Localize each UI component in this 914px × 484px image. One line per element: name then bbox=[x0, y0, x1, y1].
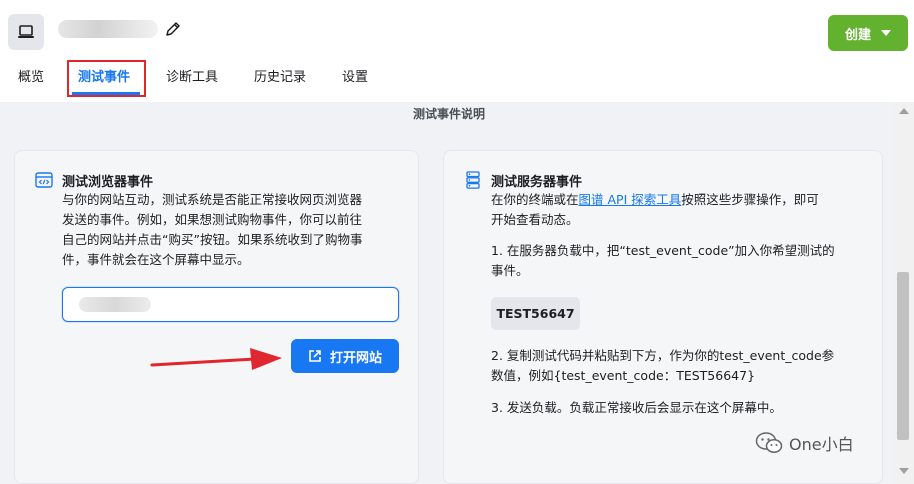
browser-code-icon bbox=[35, 172, 53, 188]
description-line: 与你的网站互动，测试系统是否能正常接收网页浏览器 bbox=[62, 192, 363, 207]
test-event-code-chip[interactable]: TEST56647 bbox=[491, 297, 580, 330]
tab-annotation-box bbox=[67, 60, 146, 97]
tab-diagnostics[interactable]: 诊断工具 bbox=[166, 60, 218, 96]
step-text: 1. 在服务器负载中，把“test_event_code”加入你希望测试的 bbox=[491, 243, 835, 258]
browser-card-description: 与你的网站互动，测试系统是否能正常接收网页浏览器 发送的事件。例如，如果想测试购… bbox=[62, 190, 412, 270]
browser-card-title: 测试浏览器事件 bbox=[62, 175, 154, 190]
description-line: 件，事件就会在这个屏幕中显示。 bbox=[62, 252, 250, 267]
watermark-text: One小白 bbox=[789, 435, 854, 454]
intro-text: 开始查看动态。 bbox=[491, 212, 579, 227]
graph-api-explorer-link[interactable]: 图谱 API 探索工具 bbox=[579, 192, 682, 207]
wechat-icon bbox=[755, 432, 783, 453]
open-website-label: 打开网站 bbox=[329, 350, 382, 366]
description-line: 发送的事件。例如，如果想测试购物事件，你可以前往 bbox=[62, 212, 363, 227]
create-button[interactable]: 创建 bbox=[828, 15, 908, 51]
open-website-button[interactable]: 打开网站 bbox=[291, 339, 399, 373]
step-text: 事件。 bbox=[491, 263, 529, 278]
external-link-icon bbox=[309, 350, 321, 362]
tab-settings[interactable]: 设置 bbox=[342, 60, 368, 96]
website-url-input[interactable] bbox=[62, 287, 399, 322]
step-text: 2. 复制测试代码并粘贴到下方，作为你的test_event_code参 bbox=[491, 348, 835, 363]
chevron-down-icon bbox=[881, 30, 891, 36]
blurred-dataset-name bbox=[58, 20, 158, 38]
laptop-icon bbox=[18, 25, 34, 38]
server-card-intro: 在你的终端或在图谱 API 探索工具按照这些步骤操作，即可 开始查看动态。 bbox=[491, 190, 876, 230]
server-step-3: 3. 发送负载。负载正常接收后会显示在这个屏幕中。 bbox=[491, 400, 782, 415]
scroll-down-arrow-icon[interactable] bbox=[899, 468, 909, 474]
edit-pencil-icon[interactable] bbox=[164, 20, 182, 38]
step-text: 数值，例如{test_event_code：TEST56647} bbox=[491, 368, 756, 383]
app-icon bbox=[8, 14, 44, 50]
intro-text: 按照这些步骤操作，即可 bbox=[681, 192, 819, 207]
red-arrow-annotation bbox=[150, 348, 282, 370]
tab-history[interactable]: 历史记录 bbox=[254, 60, 306, 96]
blurred-url-value bbox=[79, 297, 151, 312]
section-title: 测试事件说明 bbox=[412, 107, 485, 121]
server-step-1: 1. 在服务器负载中，把“test_event_code”加入你希望测试的 事件… bbox=[491, 241, 876, 281]
server-icon bbox=[466, 171, 480, 189]
create-button-label: 创建 bbox=[844, 27, 871, 43]
intro-text: 在你的终端或在 bbox=[491, 192, 579, 207]
scroll-up-arrow-icon[interactable] bbox=[899, 108, 909, 114]
tab-overview[interactable]: 概览 bbox=[18, 60, 44, 96]
scrollbar-thumb[interactable] bbox=[897, 272, 909, 440]
server-card-title: 测试服务器事件 bbox=[491, 175, 583, 190]
server-step-2: 2. 复制测试代码并粘贴到下方，作为你的test_event_code参 数值，… bbox=[491, 346, 876, 386]
description-line: 自己的网站并点击“购买”按钮。如果系统收到了购物事 bbox=[62, 232, 363, 247]
watermark: One小白 bbox=[755, 428, 854, 458]
